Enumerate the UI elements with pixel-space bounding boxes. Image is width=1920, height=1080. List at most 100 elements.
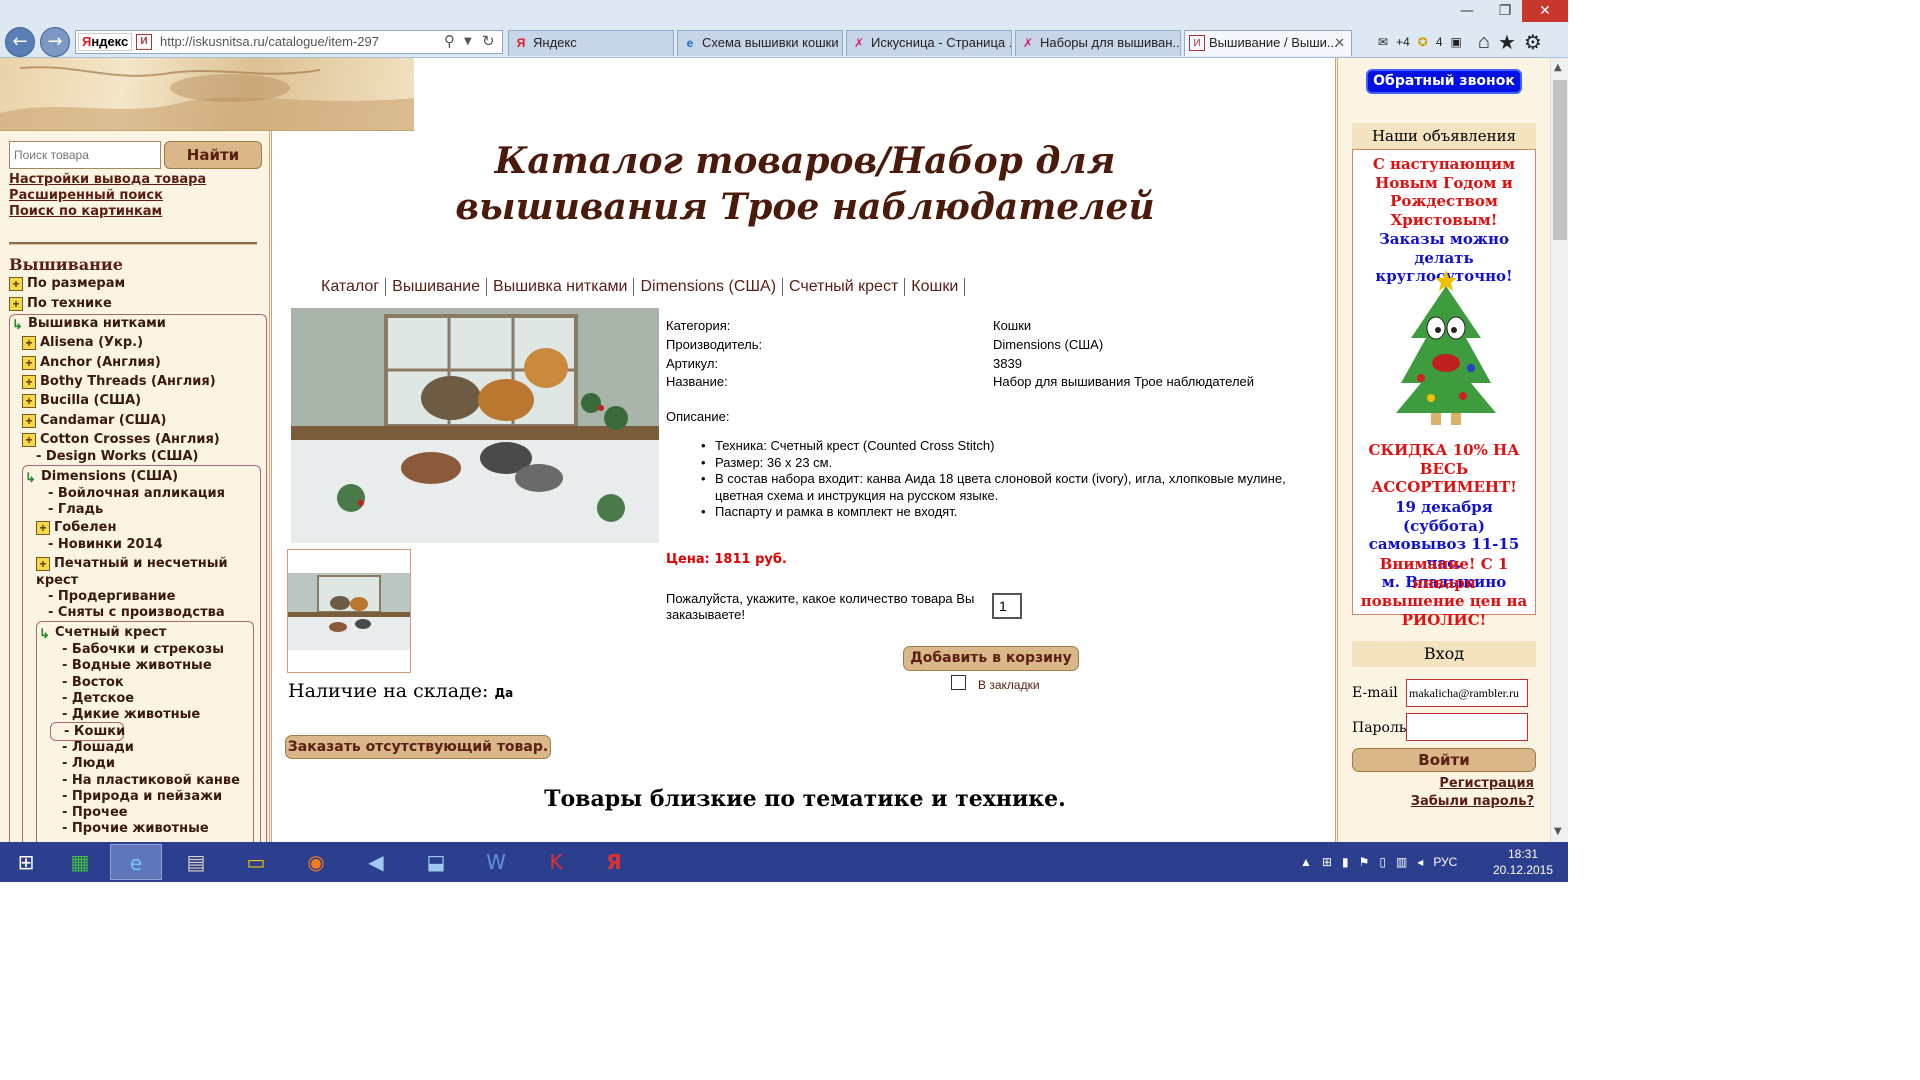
- expand-plus-icon[interactable]: +: [22, 432, 36, 447]
- forgot-password-link[interactable]: Забыли пароль?: [1411, 794, 1534, 809]
- expand-plus-icon[interactable]: +: [22, 355, 36, 370]
- search-input[interactable]: [9, 141, 161, 169]
- tree-item-water[interactable]: - Водные животные: [62, 658, 212, 673]
- breadcrumb-catalog[interactable]: Каталог: [315, 278, 387, 296]
- breadcrumb-thread[interactable]: Вышивка нитками: [487, 278, 635, 296]
- tree-item-east[interactable]: - Восток: [62, 675, 124, 690]
- tree-item-cats[interactable]: - Кошки: [64, 724, 125, 739]
- callback-button[interactable]: Обратный звонок: [1366, 69, 1522, 94]
- tree-item-felt[interactable]: - Войлочная апликация: [48, 486, 225, 501]
- tree-item-printed-cont[interactable]: крест: [36, 573, 78, 588]
- forward-button[interactable]: →: [40, 27, 70, 57]
- home-icon[interactable]: ⌂: [1478, 31, 1490, 54]
- tree-item-technique[interactable]: + По технике: [9, 296, 112, 311]
- mail-icon[interactable]: ✉: [1378, 35, 1388, 49]
- tree-item-alisena[interactable]: + Alisena (Укр.): [22, 335, 143, 350]
- expand-plus-icon[interactable]: +: [9, 276, 23, 291]
- tree-item-bucilla[interactable]: + Bucilla (США): [22, 393, 141, 408]
- tab-scheme[interactable]: e Схема вышивки кошки: [677, 30, 843, 56]
- add-to-cart-button[interactable]: Добавить в корзину: [903, 646, 1079, 671]
- tree-item-gobelin[interactable]: + Гобелен: [36, 520, 116, 535]
- url-text[interactable]: http://iskusnitsa.ru/catalogue/item-297: [160, 34, 379, 49]
- gear-icon[interactable]: ⚙: [1524, 30, 1542, 55]
- excel-app-icon[interactable]: ▦: [54, 844, 106, 880]
- tray-windows-icon[interactable]: ⊞: [1322, 855, 1332, 869]
- image-search-link[interactable]: Поиск по картинкам: [9, 204, 162, 219]
- word-app-icon[interactable]: W: [470, 844, 522, 880]
- tree-item-discontinued[interactable]: - Сняты с производства: [48, 605, 225, 620]
- tray-network-icon[interactable]: ▥: [1396, 855, 1407, 869]
- expand-plus-icon[interactable]: +: [9, 296, 23, 311]
- login-button[interactable]: Войти: [1352, 748, 1536, 772]
- expand-plus-icon[interactable]: +: [22, 413, 36, 428]
- tree-item-printed[interactable]: + Печатный и несчетный: [36, 556, 228, 571]
- tree-item-kids[interactable]: - Детское: [62, 691, 134, 706]
- kaspersky-app-icon[interactable]: K: [530, 844, 582, 880]
- tree-item-nature[interactable]: - Природа и пейзажи: [62, 789, 222, 804]
- password-field[interactable]: [1406, 713, 1528, 741]
- tree-item-new-2014[interactable]: - Новинки 2014: [48, 537, 163, 552]
- back-button[interactable]: ←: [5, 27, 35, 57]
- tree-item-other[interactable]: - Прочее: [62, 805, 128, 820]
- media-app-icon[interactable]: ◉: [290, 844, 342, 880]
- breadcrumb-counted[interactable]: Счетный крест: [783, 278, 906, 296]
- expand-plus-icon[interactable]: +: [22, 335, 36, 350]
- tab-iskusnitsa[interactable]: ✗ Искусница - Страница ...: [846, 30, 1012, 56]
- expand-plus-icon[interactable]: +: [36, 556, 50, 571]
- tray-volume-icon[interactable]: ◂: [1417, 855, 1423, 869]
- tree-item-plastic[interactable]: - На пластиковой канве: [62, 773, 240, 788]
- ie-app-icon[interactable]: e: [110, 844, 162, 880]
- minimize-icon[interactable]: —: [1448, 0, 1486, 22]
- tab-yandex[interactable]: Я Яндекс: [508, 30, 674, 56]
- favorites-icon[interactable]: ★: [1498, 30, 1516, 55]
- email-field[interactable]: [1406, 679, 1528, 707]
- bookmark-label[interactable]: В закладки: [978, 678, 1040, 692]
- tree-item-bothy[interactable]: + Bothy Threads (Англия): [22, 374, 216, 389]
- notification-icon[interactable]: ✪: [1418, 35, 1428, 49]
- extension-icon[interactable]: ▣: [1451, 35, 1462, 49]
- keyboard-language[interactable]: РУС: [1433, 855, 1457, 869]
- tree-item-design-works[interactable]: - Design Works (США): [36, 449, 198, 464]
- expand-plus-icon[interactable]: +: [22, 374, 36, 389]
- search-button[interactable]: Найти: [164, 141, 262, 169]
- expand-plus-icon[interactable]: +: [36, 520, 50, 535]
- app-icon[interactable]: ▤: [170, 844, 222, 880]
- search-icon[interactable]: ⚲: [444, 32, 455, 50]
- tree-item-sizes[interactable]: + По размерам: [9, 276, 125, 291]
- bookmark-checkbox[interactable]: [951, 675, 966, 690]
- order-missing-button[interactable]: Заказать отсутствующий товар.: [285, 735, 551, 759]
- tree-item-candamar[interactable]: + Candamar (США): [22, 413, 166, 428]
- dropdown-icon[interactable]: ▼: [464, 36, 472, 47]
- breadcrumb-cats[interactable]: Кошки: [905, 278, 966, 296]
- refresh-icon[interactable]: ↻: [482, 32, 495, 50]
- advanced-search-link[interactable]: Расширенный поиск: [9, 188, 163, 203]
- tree-item-other-animals[interactable]: - Прочие животные: [62, 821, 209, 836]
- tab-close-icon[interactable]: ✕: [1334, 31, 1345, 55]
- clock[interactable]: 18:31 20.12.2015: [1488, 846, 1558, 878]
- tray-expand-icon[interactable]: ▲: [1300, 855, 1312, 869]
- breadcrumb-dimensions[interactable]: Dimensions (США): [634, 278, 784, 296]
- tree-item-satin[interactable]: - Гладь: [48, 502, 103, 517]
- quantity-input[interactable]: [992, 593, 1022, 619]
- tree-item-wild[interactable]: - Дикие животные: [62, 707, 200, 722]
- sound-app-icon[interactable]: ◀: [350, 844, 402, 880]
- address-bar[interactable]: Яндекс И http://iskusnitsa.ru/catalogue/…: [75, 30, 503, 54]
- tree-item-dimensions[interactable]: ↳ Dimensions (США): [25, 469, 178, 485]
- scroll-down-icon[interactable]: ▼: [1554, 826, 1562, 837]
- product-thumbnail[interactable]: [287, 549, 411, 673]
- tray-flag-icon[interactable]: ⚑: [1359, 855, 1370, 869]
- tree-item-people[interactable]: - Люди: [62, 756, 115, 771]
- tree-item-butterflies[interactable]: - Бабочки и стрекозы: [62, 642, 224, 657]
- display-settings-link[interactable]: Настройки вывода товара: [9, 172, 206, 187]
- tab-vyshivanie-active[interactable]: И Вышивание / Выши... ✕: [1184, 30, 1352, 56]
- maximize-icon[interactable]: ❐: [1486, 0, 1524, 22]
- product-image[interactable]: [291, 308, 659, 543]
- tree-item-drawn[interactable]: - Продергивание: [48, 589, 175, 604]
- tree-item-thread[interactable]: ↳ Вышивка нитками: [12, 316, 166, 332]
- network-app-icon[interactable]: ⬓: [410, 844, 462, 880]
- folder-app-icon[interactable]: ▭: [230, 844, 282, 880]
- tab-nabory[interactable]: ✗ Наборы для вышиван...: [1015, 30, 1181, 56]
- expand-plus-icon[interactable]: +: [22, 393, 36, 408]
- yandex-app-icon[interactable]: Я: [588, 844, 640, 880]
- tray-battery-icon[interactable]: ▯: [1379, 855, 1386, 869]
